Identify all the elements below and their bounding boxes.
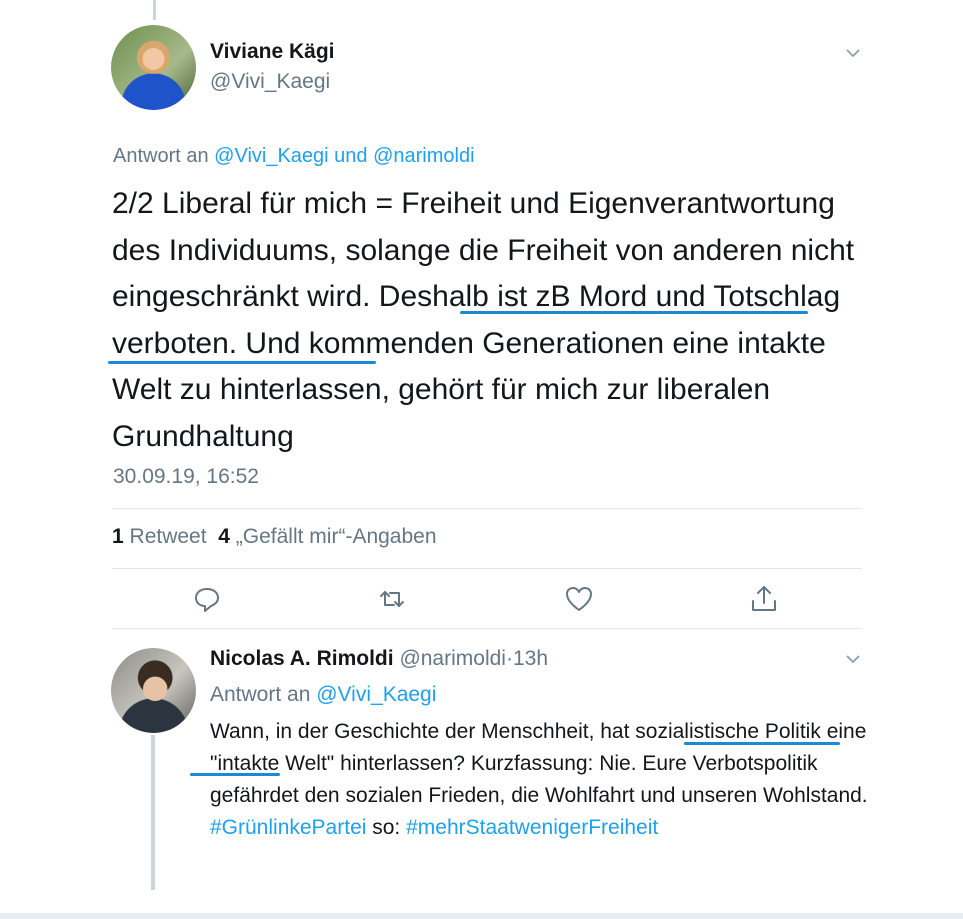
reply-separator: ·	[505, 647, 513, 670]
divider	[112, 508, 862, 509]
avatar-viviane[interactable]	[111, 25, 196, 110]
hashtag-link[interactable]: #GrünlinkePartei	[210, 816, 366, 839]
reply-age[interactable]: 13h	[513, 647, 548, 670]
reply-to-line: Antwort an @Vivi_Kaegi	[210, 683, 436, 707]
retweet-icon[interactable]	[377, 584, 407, 614]
author-name[interactable]: Viviane Kägi	[210, 40, 335, 64]
reply-to-handles[interactable]: @Vivi_Kaegi und @narimoldi	[214, 145, 474, 167]
tweet-text: 2/2 Liberal für mich = Freiheit und Eige…	[112, 181, 882, 460]
share-icon[interactable]	[749, 584, 779, 614]
annotation-underline	[190, 773, 280, 776]
reply-header: Nicolas A. Rimoldi @narimoldi·13h	[210, 647, 548, 671]
tweet-stats: 1 Retweet 4 „Gefällt mir“-Angaben	[112, 525, 437, 549]
divider	[112, 628, 862, 629]
annotation-underline	[684, 742, 840, 745]
heart-icon[interactable]	[564, 584, 594, 614]
reply-text-part: Wann, in der Geschichte der Menschheit, …	[210, 720, 636, 743]
reply-to-prefix: Antwort an	[210, 683, 317, 706]
reply-to-line: Antwort an @Vivi_Kaegi und @narimoldi	[113, 145, 475, 168]
reply-text: Wann, in der Geschichte der Menschheit, …	[210, 716, 890, 844]
divider	[112, 568, 862, 569]
annotation-underline	[460, 311, 808, 314]
like-count: 4	[218, 525, 230, 548]
hashtag-link[interactable]: #mehrStaatwenigerFreiheit	[406, 816, 658, 839]
thread-line-top	[153, 0, 156, 20]
bottom-separator	[0, 913, 963, 919]
annotation-underline	[108, 361, 376, 364]
reply-to-handle[interactable]: @Vivi_Kaegi	[316, 683, 436, 706]
thread-line-bottom	[151, 735, 155, 890]
tweet-timestamp: 30.09.19, 16:52	[113, 465, 259, 488]
reply-icon[interactable]	[192, 584, 222, 614]
reply-author-name[interactable]: Nicolas A. Rimoldi	[210, 647, 394, 670]
chevron-down-icon[interactable]	[846, 652, 860, 666]
like-label[interactable]: „Gefällt mir“-Angaben	[236, 525, 437, 548]
chevron-down-icon[interactable]	[846, 46, 860, 60]
reply-author-handle[interactable]: @narimoldi	[399, 647, 506, 670]
retweet-label[interactable]: Retweet	[130, 525, 207, 548]
author-handle[interactable]: @Vivi_Kaegi	[210, 70, 330, 94]
avatar-nicolas[interactable]	[111, 648, 196, 733]
reply-text-highlighted: sozialistische Politik	[635, 720, 821, 743]
reply-to-prefix: Antwort an	[113, 145, 215, 167]
retweet-count: 1	[112, 525, 124, 548]
reply-text-part: so:	[366, 816, 407, 839]
